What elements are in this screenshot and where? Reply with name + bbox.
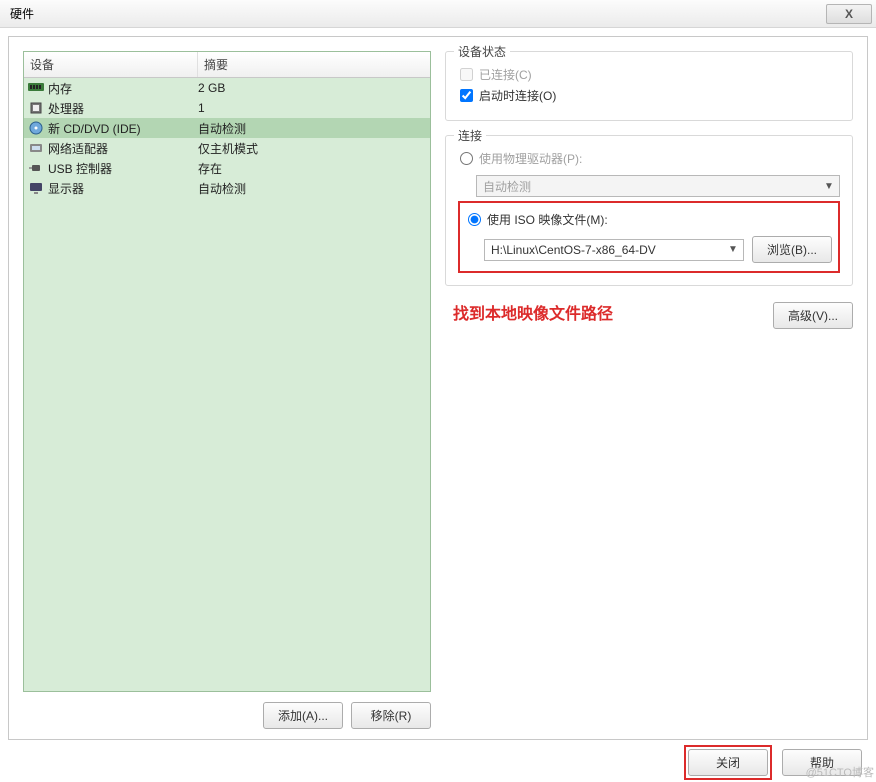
cpu-icon	[28, 100, 44, 116]
close-highlight-box: 关闭	[684, 745, 772, 780]
use-physical-drive-row[interactable]: 使用物理驱动器(P):	[460, 150, 840, 167]
device-summary: 2 GB	[198, 81, 426, 95]
connect-at-poweron-label: 启动时连接(O)	[479, 87, 556, 104]
device-name: 新 CD/DVD (IDE)	[48, 120, 141, 137]
connect-at-poweron-checkbox[interactable]	[460, 89, 473, 102]
table-row[interactable]: 处理器 1	[24, 98, 430, 118]
device-table-body: 内存2 GB处理器1新 CD/DVD (IDE)自动检测网络适配器仅主机模式US…	[24, 78, 430, 691]
connect-at-poweron-row[interactable]: 启动时连接(O)	[460, 87, 840, 104]
device-summary: 自动检测	[198, 180, 426, 197]
usb-icon	[28, 160, 44, 176]
watermark: @51CTO博客	[806, 764, 874, 780]
titlebar: 硬件 X	[0, 0, 876, 28]
physical-drive-combo: 自动检测 ▼	[476, 175, 840, 197]
device-table-header: 设备 摘要	[24, 52, 430, 78]
advanced-button[interactable]: 高级(V)...	[773, 302, 853, 329]
dialog-button-bar: 关闭 帮助	[0, 742, 876, 782]
device-settings-column: 设备状态 已连接(C) 启动时连接(O) 连接 使用物理驱动器(P): 自动检测…	[445, 51, 853, 729]
connection-group: 连接 使用物理驱动器(P): 自动检测 ▼ 使用 ISO 映像文件(M):	[445, 135, 853, 286]
device-summary: 仅主机模式	[198, 140, 426, 157]
add-button[interactable]: 添加(A)...	[263, 702, 343, 729]
window-close-button[interactable]: X	[826, 4, 872, 24]
window-title: 硬件	[10, 5, 34, 22]
disc-icon	[28, 120, 44, 136]
remove-button[interactable]: 移除(R)	[351, 702, 431, 729]
device-name: 显示器	[48, 180, 84, 197]
use-iso-radio[interactable]	[468, 213, 481, 226]
connected-checkbox	[460, 68, 473, 81]
connected-label: 已连接(C)	[479, 66, 532, 83]
device-name: USB 控制器	[48, 160, 112, 177]
device-table: 设备 摘要 内存2 GB处理器1新 CD/DVD (IDE)自动检测网络适配器仅…	[23, 51, 431, 692]
use-physical-drive-label: 使用物理驱动器(P):	[479, 150, 582, 167]
device-list-column: 设备 摘要 内存2 GB处理器1新 CD/DVD (IDE)自动检测网络适配器仅…	[23, 51, 431, 729]
device-name: 处理器	[48, 100, 84, 117]
device-summary: 存在	[198, 160, 426, 177]
memory-icon	[28, 80, 44, 96]
device-name: 内存	[48, 80, 72, 97]
close-icon: X	[845, 7, 853, 21]
table-row[interactable]: 显示器 自动检测	[24, 178, 430, 198]
column-header-device[interactable]: 设备	[24, 52, 198, 77]
use-physical-drive-radio[interactable]	[460, 152, 473, 165]
network-icon	[28, 140, 44, 156]
device-buttons: 添加(A)... 移除(R)	[23, 702, 431, 729]
use-iso-label: 使用 ISO 映像文件(M):	[487, 211, 608, 228]
iso-path-value: H:\Linux\CentOS-7-x86_64-DV	[491, 243, 656, 257]
table-row[interactable]: 内存 2 GB	[24, 78, 430, 98]
iso-path-combo[interactable]: H:\Linux\CentOS-7-x86_64-DV ▼	[484, 239, 744, 261]
connection-legend: 连接	[454, 127, 486, 144]
display-icon	[28, 180, 44, 196]
table-row[interactable]: USB 控制器 存在	[24, 158, 430, 178]
column-header-summary[interactable]: 摘要	[198, 52, 430, 77]
table-row[interactable]: 新 CD/DVD (IDE) 自动检测	[24, 118, 430, 138]
hardware-panel: 设备 摘要 内存2 GB处理器1新 CD/DVD (IDE)自动检测网络适配器仅…	[8, 36, 868, 740]
device-status-legend: 设备状态	[454, 43, 510, 60]
physical-drive-value: 自动检测	[483, 178, 531, 195]
chevron-down-icon[interactable]: ▼	[727, 244, 739, 255]
use-iso-row[interactable]: 使用 ISO 映像文件(M):	[468, 211, 832, 228]
iso-highlight-box: 使用 ISO 映像文件(M): H:\Linux\CentOS-7-x86_64…	[458, 201, 840, 273]
browse-button[interactable]: 浏览(B)...	[752, 236, 832, 263]
chevron-down-icon: ▼	[823, 181, 835, 192]
device-summary: 1	[198, 101, 426, 115]
device-name: 网络适配器	[48, 140, 108, 157]
table-row[interactable]: 网络适配器 仅主机模式	[24, 138, 430, 158]
connected-checkbox-row: 已连接(C)	[460, 66, 840, 83]
close-button[interactable]: 关闭	[688, 749, 768, 776]
device-status-group: 设备状态 已连接(C) 启动时连接(O)	[445, 51, 853, 121]
device-summary: 自动检测	[198, 120, 426, 137]
